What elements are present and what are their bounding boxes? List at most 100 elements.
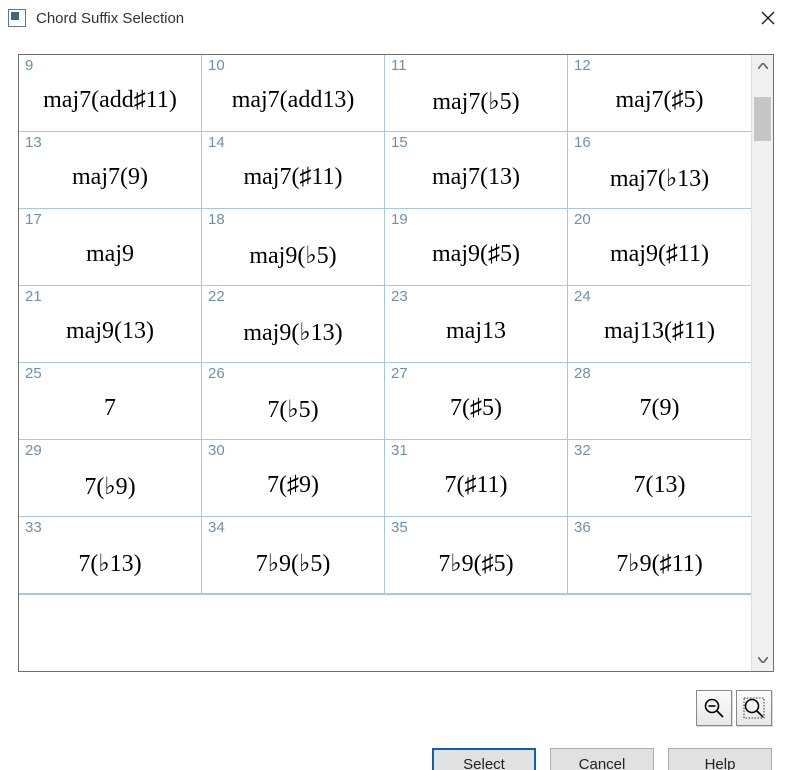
- chord-suffix-label: 7♭9(♯11): [568, 549, 751, 578]
- cell-number: 31: [391, 442, 408, 459]
- dialog-window: Chord Suffix Selection 9maj7(add♯11)10ma…: [0, 0, 792, 770]
- chord-cell[interactable]: 29 7(♭9): [19, 440, 202, 517]
- cell-number: 33: [25, 519, 42, 536]
- close-button[interactable]: [744, 0, 792, 36]
- scroll-down-button[interactable]: [752, 649, 773, 671]
- vertical-scrollbar[interactable]: [751, 55, 773, 671]
- select-button[interactable]: Select: [432, 748, 536, 770]
- chord-cell[interactable]: 22maj9(♭13): [202, 286, 385, 363]
- chord-cell[interactable]: 32 7(13): [568, 440, 751, 517]
- chord-cell[interactable]: 18 maj9(♭5): [202, 209, 385, 286]
- zoom-out-button[interactable]: [696, 690, 732, 726]
- zoom-in-button[interactable]: [736, 690, 772, 726]
- cell-number: 21: [25, 288, 42, 305]
- chord-cell[interactable]: 20 maj9(♯11): [568, 209, 751, 286]
- chord-cell[interactable]: 27 7(♯5): [385, 363, 568, 440]
- chord-cell[interactable]: 25 7: [19, 363, 202, 440]
- chord-cell[interactable]: 26 7(♭5): [202, 363, 385, 440]
- grid-container: 9 maj7(add♯11)10maj7(add13)11maj7(♭5) 12 ma…: [18, 54, 774, 672]
- chord-cell[interactable]: 23 maj13: [385, 286, 568, 363]
- chord-cell[interactable]: 11maj7(♭5): [385, 55, 568, 132]
- cell-number: 25: [25, 365, 42, 382]
- close-icon: [761, 11, 775, 25]
- chord-suffix-label: maj9(13): [19, 318, 201, 345]
- cell-number: 35: [391, 519, 408, 536]
- help-button[interactable]: Help: [668, 748, 772, 770]
- cell-number: 10: [208, 57, 225, 74]
- chord-suffix-label: maj7(add♯11): [19, 87, 201, 114]
- cell-number: 23: [391, 288, 408, 305]
- chord-cell[interactable]: 31 7(♯11): [385, 440, 568, 517]
- chord-cell[interactable]: 33 7(♭13): [19, 517, 202, 594]
- cancel-button[interactable]: Cancel: [550, 748, 654, 770]
- chord-cell[interactable]: 12 maj7(♯5): [568, 55, 751, 132]
- chord-cell[interactable]: 21 maj9(13): [19, 286, 202, 363]
- cell-number: 14: [208, 134, 225, 151]
- chord-cell[interactable]: 24maj13(♯11): [568, 286, 751, 363]
- chord-suffix-label: 7(♭13): [19, 549, 201, 578]
- chord-cell[interactable]: 13maj7(9): [19, 132, 202, 209]
- chord-suffix-label: 7(♭5): [202, 395, 384, 424]
- chord-cell[interactable]: 347♭9(♭5): [202, 517, 385, 594]
- chord-suffix-label: maj9(♯11): [568, 241, 751, 268]
- zoom-out-icon: [703, 697, 725, 719]
- cell-number: 32: [574, 442, 591, 459]
- chord-cell[interactable]: 16 maj7(♭13): [568, 132, 751, 209]
- scroll-up-button[interactable]: [752, 55, 773, 77]
- chord-suffix-label: maj9(♯5): [385, 241, 567, 268]
- chord-suffix-label: 7(♯9): [202, 472, 384, 499]
- chord-cell[interactable]: 287(9): [568, 363, 751, 440]
- chord-cell[interactable]: 19 maj9(♯5): [385, 209, 568, 286]
- scrollbar-track[interactable]: [752, 77, 773, 649]
- chord-suffix-label: maj7(♯11): [202, 164, 384, 191]
- chord-cell[interactable]: 10maj7(add13): [202, 55, 385, 132]
- cell-number: 9: [25, 57, 33, 74]
- chord-suffix-label: 7(♭9): [19, 472, 201, 501]
- chord-suffix-label: 7(♯5): [385, 395, 567, 422]
- chord-suffix-label: 7♭9(♯5): [385, 549, 567, 578]
- chord-cell[interactable]: 9 maj7(add♯11): [19, 55, 202, 132]
- chord-cell[interactable]: 17 maj9: [19, 209, 202, 286]
- chevron-up-icon: [758, 63, 768, 69]
- cell-number: 18: [208, 211, 225, 228]
- chord-suffix-label: maj7(♯5): [568, 87, 751, 114]
- dialog-buttons: Select Cancel Help: [18, 748, 774, 770]
- cell-number: 29: [25, 442, 42, 459]
- chord-suffix-label: 7(9): [568, 395, 751, 422]
- chevron-down-icon: [758, 657, 768, 663]
- chord-cell[interactable]: 35 7♭9(♯5): [385, 517, 568, 594]
- cell-number: 26: [208, 365, 225, 382]
- scrollbar-thumb[interactable]: [754, 97, 771, 141]
- title-bar: Chord Suffix Selection: [0, 0, 792, 36]
- chord-cell[interactable]: 36 7♭9(♯11): [568, 517, 751, 594]
- chord-grid: 9 maj7(add♯11)10maj7(add13)11maj7(♭5) 12 ma…: [19, 55, 751, 671]
- chord-cell[interactable]: 15 maj7(13): [385, 132, 568, 209]
- zoom-in-icon: [743, 697, 765, 719]
- chord-suffix-label: maj7(13): [385, 164, 567, 191]
- chord-suffix-label: maj9: [19, 241, 201, 268]
- cell-number: 15: [391, 134, 408, 151]
- chord-suffix-label: maj9(♭5): [202, 241, 384, 270]
- cell-number: 30: [208, 442, 225, 459]
- chord-cell[interactable]: 14 maj7(♯11): [202, 132, 385, 209]
- chord-suffix-label: 7: [19, 395, 201, 422]
- cell-number: 24: [574, 288, 591, 305]
- cell-number: 36: [574, 519, 591, 536]
- cell-number: 12: [574, 57, 591, 74]
- chord-suffix-label: maj7(♭13): [568, 164, 751, 193]
- cell-number: 17: [25, 211, 42, 228]
- app-icon: [8, 9, 26, 27]
- cell-number: 19: [391, 211, 408, 228]
- cell-number: 34: [208, 519, 225, 536]
- cell-number: 20: [574, 211, 591, 228]
- cell-number: 27: [391, 365, 408, 382]
- chord-suffix-label: 7(♯11): [385, 472, 567, 499]
- chord-suffix-label: maj13: [385, 318, 567, 345]
- chord-suffix-label: 7(13): [568, 472, 751, 499]
- next-row-peek: [19, 594, 751, 612]
- zoom-controls: [18, 690, 774, 726]
- chord-cell[interactable]: 30 7(♯9): [202, 440, 385, 517]
- cell-number: 16: [574, 134, 591, 151]
- window-title: Chord Suffix Selection: [36, 10, 744, 27]
- cell-number: 22: [208, 288, 225, 305]
